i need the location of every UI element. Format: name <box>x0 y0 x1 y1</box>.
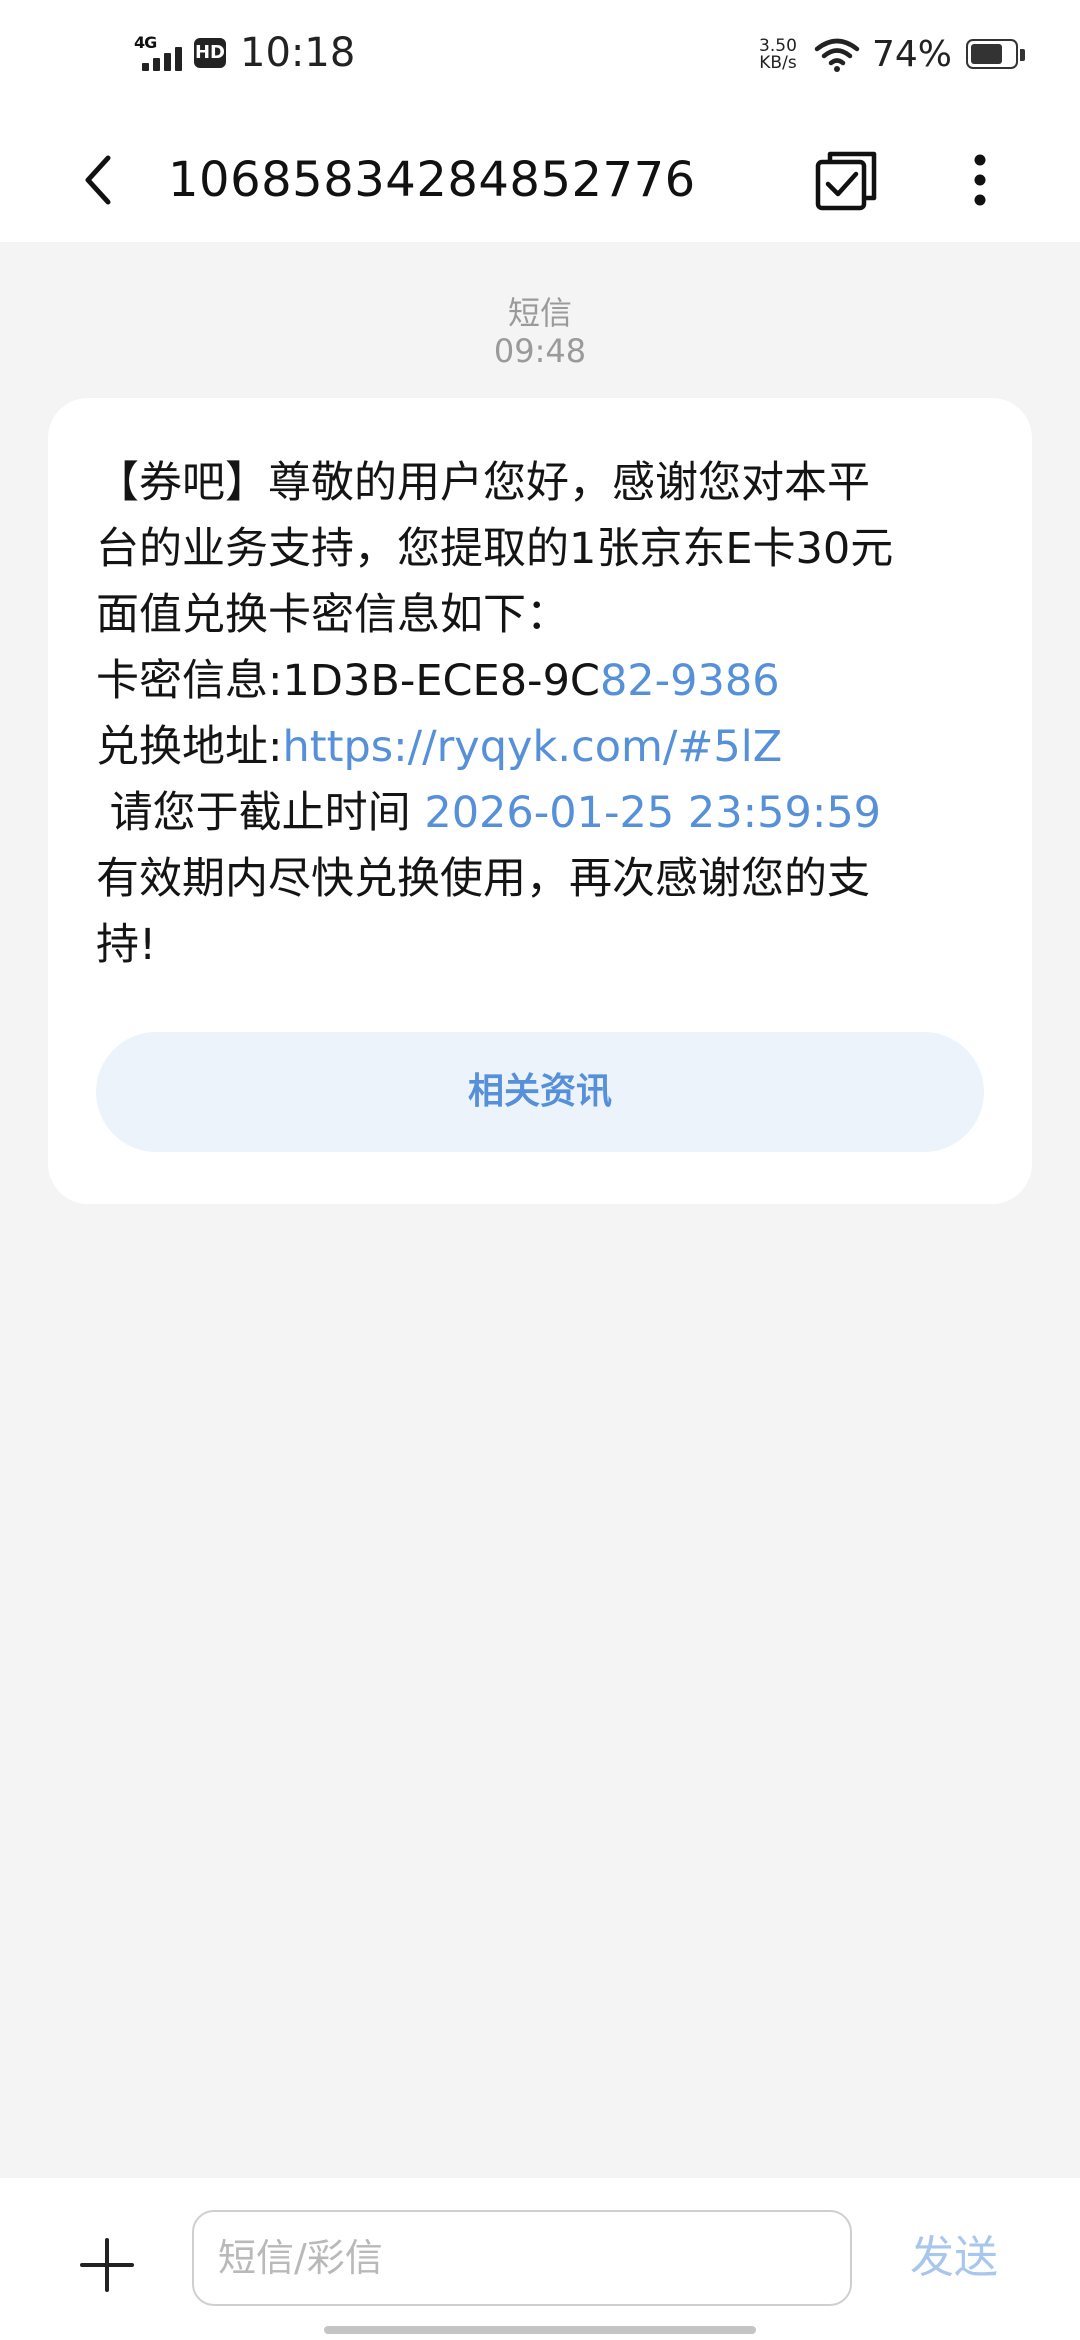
plus-icon[interactable] <box>80 2238 134 2292</box>
wifi-icon <box>814 38 860 72</box>
status-bar: 4G HD 10:18 3.50 KB/s 74% <box>0 0 1080 118</box>
status-time: 10:18 <box>240 30 356 76</box>
speed-unit: KB/s <box>759 52 797 73</box>
card-info-line: 卡密信息:1D3B-ECE8-9C82-9386 <box>96 648 996 714</box>
message-text: 【券吧】尊敬的用户您好，感谢您对本平 台的业务支持，您提取的1张京东E卡30元 … <box>96 450 996 978</box>
message-line: 【券吧】尊敬的用户您好，感谢您对本平 <box>96 458 870 508</box>
multi-select-icon[interactable] <box>808 142 884 218</box>
cellular-signal-icon: 4G <box>134 33 190 73</box>
url-label: 兑换地址: <box>96 722 283 772</box>
message-bubble[interactable]: 【券吧】尊敬的用户您好，感谢您对本平 台的业务支持，您提取的1张京东E卡30元 … <box>48 398 1032 1204</box>
message-line: 持! <box>96 920 157 970</box>
hd-icon: HD <box>194 38 226 68</box>
back-arrow-icon[interactable] <box>70 142 130 218</box>
conversation-header: 10685834284852776 <box>0 118 1080 242</box>
card-number-link[interactable]: 82-9386 <box>600 656 780 706</box>
speed-value: 3.50 <box>759 35 797 56</box>
battery-icon <box>966 38 1026 71</box>
message-type-label: 短信 <box>507 294 572 332</box>
more-options-icon[interactable] <box>950 142 1010 218</box>
message-line: 面值兑换卡密信息如下： <box>96 590 569 640</box>
send-button[interactable]: 发送 <box>910 2210 998 2306</box>
message-line: 台的业务支持，您提取的1张京东E卡30元 <box>96 524 894 574</box>
card-info-label: 卡密信息:1D3B-ECE8-9C <box>96 656 600 706</box>
network-type: 4G <box>134 33 157 52</box>
message-line: 有效期内尽快兑换使用，再次感谢您的支 <box>96 854 870 904</box>
related-news-button[interactable]: 相关资讯 <box>96 1032 984 1152</box>
compose-bar: 短信/彩信 发送 <box>0 2178 1080 2340</box>
url-link[interactable]: https://ryqyk.com/#5lZ <box>283 722 783 772</box>
home-indicator[interactable] <box>324 2326 756 2334</box>
url-line: 兑换地址:https://ryqyk.com/#5lZ <box>96 714 996 780</box>
message-timestamp: 09:48 <box>493 332 587 370</box>
battery-percent: 74% <box>871 34 952 75</box>
network-speed: 3.50 KB/s <box>752 35 804 73</box>
sender-number: 10685834284852776 <box>168 152 696 208</box>
deadline-label: 请您于截止时间 <box>96 788 425 838</box>
deadline-line: 请您于截止时间 2026-01-25 23:59:59 <box>96 780 996 846</box>
message-input[interactable]: 短信/彩信 <box>192 2210 852 2306</box>
deadline-link[interactable]: 2026-01-25 23:59:59 <box>424 788 881 838</box>
